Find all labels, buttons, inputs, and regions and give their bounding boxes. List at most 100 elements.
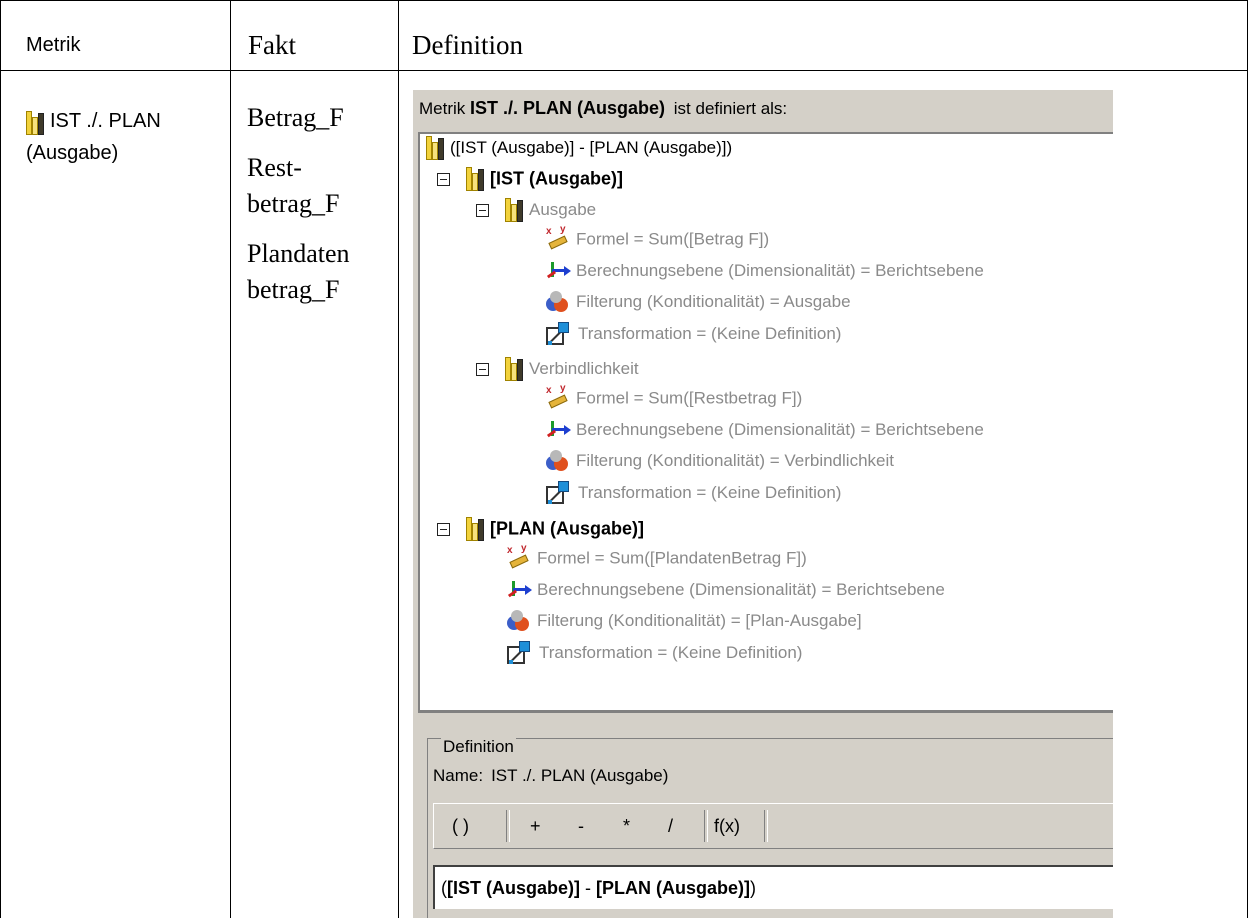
collapse-toggle-ist[interactable] [437,173,450,186]
fakt-item: betrag_F [247,275,340,304]
transformation-icon [546,481,572,505]
collapse-toggle-ausgabe[interactable] [476,204,489,217]
filter-icon [546,450,570,472]
tree-leaf-formula[interactable]: x y Formel = Sum([Restbetrag F]) [546,383,803,409]
filter-icon [507,610,531,632]
tree-leaf-label: Transformation = (Keine Definition) [539,643,803,662]
toolbar-separator [764,810,768,842]
formula-text: ([IST (Ausgabe)] - [PLAN (Ausgabe)]) [441,878,756,899]
collapse-toggle-verbindlichkeit[interactable] [476,363,489,376]
tree-leaf-label: Filterung (Konditionalität) = Ausgabe [576,292,851,311]
metric-name-line1: IST ./. PLAN [50,110,161,132]
dialog-title-prefix: Metrik [419,99,466,118]
tree-leaf-dimensionality[interactable]: Berechnungsebene (Dimensionalität) = Ber… [546,419,984,441]
tree-node-verbindlichkeit-label: Verbindlichkeit [529,359,639,378]
dimensionality-icon [507,579,532,601]
tree-root[interactable]: ([IST (Ausgabe)] - [PLAN (Ausgabe)]) [426,136,732,160]
column-divider-1 [230,0,231,918]
definition-tree[interactable]: ([IST (Ausgabe)] - [PLAN (Ausgabe)]) [IS… [418,132,1113,712]
function-button[interactable]: f(x) [714,816,740,837]
collapse-toggle-plan[interactable] [437,523,450,536]
tree-root-label: ([IST (Ausgabe)] - [PLAN (Ausgabe)]) [450,138,733,157]
metric-icon [505,198,523,222]
tree-leaf-label: Formel = Sum([Betrag F]) [576,229,770,249]
tree-leaf-label: Transformation = (Keine Definition) [578,483,842,502]
tree-leaf-filter[interactable]: Filterung (Konditionalität) = Verbindlic… [546,450,894,472]
header-divider [0,70,1248,71]
formula-paren: ) [750,878,756,898]
fakt-cell: Betrag_F Rest- betrag_F Plandaten betrag… [247,100,350,308]
tree-leaf-transformation[interactable]: Transformation = (Keine Definition) [507,641,802,665]
formula-ist: [IST (Ausgabe)] [447,878,580,898]
multiply-button[interactable]: * [623,816,630,837]
tree-leaf-filter[interactable]: Filterung (Konditionalität) = Ausgabe [546,291,851,313]
dialog-title-suffix: ist definiert als: [673,99,788,118]
dimensionality-icon [546,260,571,282]
tree-leaf-label: Berechnungsebene (Dimensionalität) = Ber… [576,261,984,280]
formula-editor[interactable]: ([IST (Ausgabe)] - [PLAN (Ausgabe)]) [433,865,1113,909]
name-value: IST ./. PLAN (Ausgabe) [491,766,669,785]
header-metrik: Metrik [26,34,81,56]
tree-node-ist-label: [IST (Ausgabe)] [490,168,623,189]
fakt-item: betrag_F [247,189,340,218]
tree-leaf-label: Filterung (Konditionalität) = [Plan-Ausg… [537,611,862,630]
header-definition: Definition [412,30,523,60]
tree-leaf-label: Berechnungsebene (Dimensionalität) = Ber… [576,420,984,439]
tree-node-ist[interactable]: [IST (Ausgabe)] [466,167,623,191]
table-left-border [0,0,1,918]
header-fakt: Fakt [248,30,297,60]
formula-icon: xy [546,383,570,409]
tree-node-plan[interactable]: [PLAN (Ausgabe)] [466,517,644,541]
metric-name-line2: (Ausgabe) [26,142,119,164]
tree-leaf-formula[interactable]: x y Formel = Sum([PlandatenBetrag F]) [507,543,807,569]
dimensionality-icon [546,419,571,441]
transformation-icon [546,322,572,346]
fakt-item: Plandaten [247,239,350,268]
metric-icon [466,517,484,541]
fakt-item: Betrag_F [247,103,344,132]
tree-leaf-label: Filterung (Konditionalität) = Verbindlic… [576,451,894,470]
formula-plan: [PLAN (Ausgabe)] [596,878,750,898]
minus-button[interactable]: - [578,816,584,837]
transformation-icon [507,641,533,665]
parentheses-button[interactable]: ( ) [452,816,469,837]
tree-node-verbindlichkeit[interactable]: Verbindlichkeit [505,357,639,381]
tree-leaf-dimensionality[interactable]: Berechnungsebene (Dimensionalität) = Ber… [507,579,945,601]
column-divider-2 [398,0,399,918]
tree-leaf-dimensionality[interactable]: Berechnungsebene (Dimensionalität) = Ber… [546,260,984,282]
tree-leaf-filter[interactable]: Filterung (Konditionalität) = [Plan-Ausg… [507,610,862,632]
tree-leaf-transformation[interactable]: Transformation = (Keine Definition) [546,481,841,505]
definition-name: Name: IST ./. PLAN (Ausgabe) [433,766,668,786]
metric-icon [505,357,523,381]
tree-node-ausgabe[interactable]: Ausgabe [505,198,596,222]
formula-icon: xy [507,543,531,569]
toolbar-separator [506,810,510,842]
tree-bottom-border [418,710,1113,713]
tree-leaf-label: Formel = Sum([PlandatenBetrag F]) [537,548,807,568]
metric-icon [426,136,444,160]
formula-operator: - [580,878,596,898]
table-top-border [0,0,1248,1]
dialog-title-metric: IST ./. PLAN (Ausgabe) [470,98,666,118]
dialog-title: Metrik IST ./. PLAN (Ausgabe) ist defini… [419,98,787,119]
tree-leaf-label: Formel = Sum([Restbetrag F]) [576,388,803,408]
plus-button[interactable]: + [530,816,541,837]
divide-button[interactable]: / [668,816,673,837]
formula-toolbar: ( ) + - * / f(x) [433,803,1113,849]
formula-icon: xy [546,224,570,250]
name-label: Name: [433,766,484,785]
tree-leaf-label: Transformation = (Keine Definition) [578,324,842,343]
tree-node-ausgabe-label: Ausgabe [529,200,597,219]
definition-group-legend: Definition [441,737,516,757]
filter-icon [546,291,570,313]
metric-cell: IST ./. PLAN (Ausgabe) [26,103,221,171]
metric-icon [26,110,44,135]
tree-leaf-formula[interactable]: x y Formel = Sum([Betrag F]) [546,224,770,250]
tree-node-plan-label: [PLAN (Ausgabe)] [490,518,644,539]
fakt-item: Rest- [247,153,302,182]
tree-leaf-label: Berechnungsebene (Dimensionalität) = Ber… [537,580,945,599]
metric-definition-dialog: Metrik IST ./. PLAN (Ausgabe) ist defini… [413,90,1113,918]
metric-icon [466,167,484,191]
toolbar-separator [704,810,708,842]
tree-leaf-transformation[interactable]: Transformation = (Keine Definition) [546,322,841,346]
